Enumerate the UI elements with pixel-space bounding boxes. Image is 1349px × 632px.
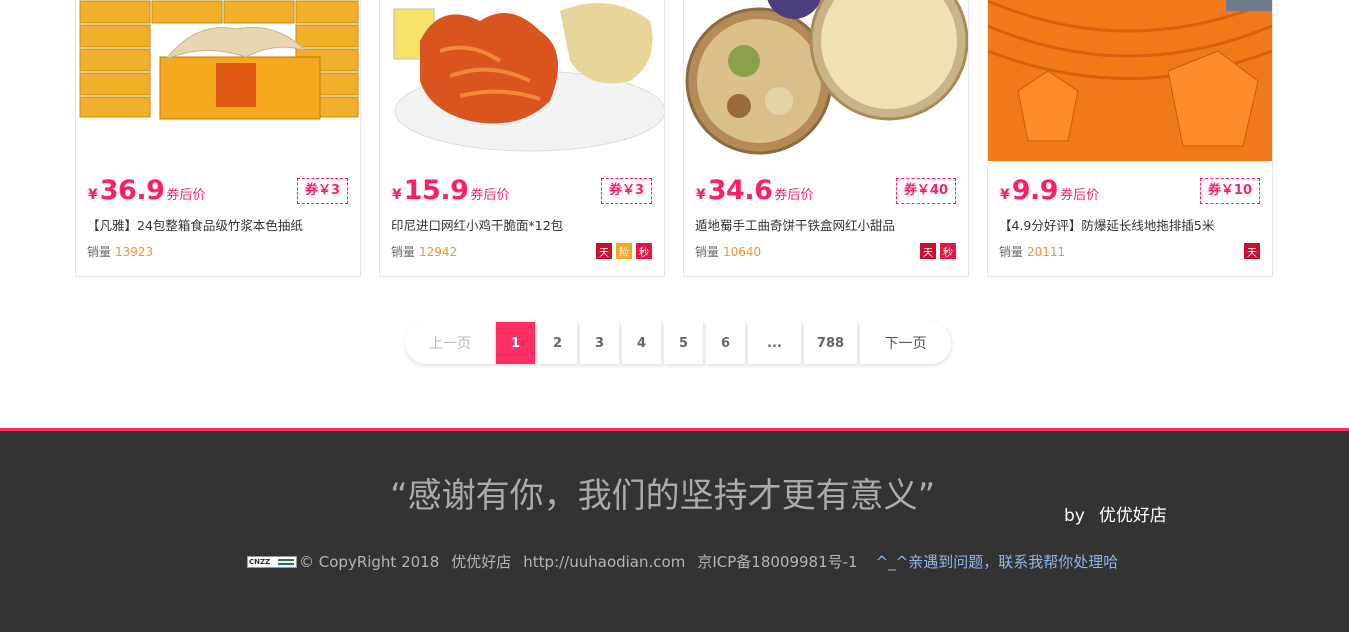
footer-copyright: CNZZ © CopyRight 2018 优优好店 http://uuhaod… xyxy=(247,551,1118,572)
flash-sale-icon: 秒 xyxy=(940,243,956,259)
flash-sale-icon: 秒 xyxy=(636,243,652,259)
footer-help-link[interactable]: ^_^亲遇到问题，联系我帮你处理哈 xyxy=(876,551,1119,572)
price: ¥ 15.9 券后价 xyxy=(392,175,509,206)
product-title[interactable]: 印尼进口网红小鸡干脆面*12包 xyxy=(391,215,653,234)
price-after-label: 券后价 xyxy=(1060,188,1100,203)
badge-list: 天 xyxy=(1244,243,1260,259)
badge-list: 天 险 秒 xyxy=(596,243,652,259)
price-after-label: 券后价 xyxy=(470,188,510,203)
price-value: 34.6 xyxy=(707,175,773,206)
footer-slogan: “感谢有你，我们的坚持才更有意义” xyxy=(390,476,936,516)
price-after-label: 券后价 xyxy=(166,188,206,203)
sales-info: 销量 12942 xyxy=(391,243,457,260)
sales-count: 13923 xyxy=(115,245,154,259)
product-title[interactable]: 【凡雅】24包整箱食品级竹浆本色抽纸 xyxy=(87,215,349,234)
page-button-1[interactable]: 1 xyxy=(496,322,536,364)
price: ¥ 36.9 券后价 xyxy=(88,175,205,206)
sales-label: 销量 xyxy=(695,245,720,259)
sales-info: 销量 13923 xyxy=(87,243,153,260)
coupon-badge[interactable]: 券￥3 xyxy=(600,178,652,204)
tmall-icon: 天 xyxy=(920,243,936,259)
badge-list: 天 秒 xyxy=(920,243,956,259)
page-button-5[interactable]: 5 xyxy=(664,322,704,364)
product-image-tissue[interactable] xyxy=(76,0,360,161)
price-value: 36.9 xyxy=(99,175,165,206)
page-button-6[interactable]: 6 xyxy=(706,322,746,364)
cnzz-stats-icon[interactable]: CNZZ xyxy=(247,555,297,568)
price-value: 9.9 xyxy=(1011,175,1059,206)
product-card[interactable]: ¥ 34.6 券后价 券￥40 遁地蜀手工曲奇饼干铁盒网红小甜品 销量 10640… xyxy=(683,0,969,277)
sales-count: 20111 xyxy=(1027,245,1066,259)
coupon-badge[interactable]: 券￥3 xyxy=(296,178,348,204)
footer-site-name: 优优好店 xyxy=(451,553,512,571)
product-grid: ¥ 36.9 券后价 券￥3 【凡雅】24包整箱食品级竹浆本色抽纸 销量 1392… xyxy=(0,0,1349,300)
product-image-cookies[interactable] xyxy=(684,0,968,161)
product-card[interactable]: ¥ 36.9 券后价 券￥3 【凡雅】24包整箱食品级竹浆本色抽纸 销量 1392… xyxy=(75,0,361,277)
byline-shop-name: 优优好店 xyxy=(1098,506,1167,526)
prev-page-button[interactable]: 上一页 xyxy=(405,322,496,364)
pagination: 上一页 1 2 3 4 5 6 ... 788 下一页 xyxy=(405,322,952,364)
page-button-2[interactable]: 2 xyxy=(538,322,578,364)
byline-by: by xyxy=(1064,506,1085,526)
footer-icp-link[interactable]: 京ICP备18009981号-1 xyxy=(697,551,857,572)
site-footer: “感谢有你，我们的坚持才更有意义” by 优优好店 CNZZ © CopyRigh… xyxy=(0,428,1349,632)
currency-symbol: ¥ xyxy=(88,187,98,203)
product-card[interactable]: ¥ 9.9 券后价 券￥10 【4.9分好评】防爆延长线地拖排插5米 销量 201… xyxy=(987,0,1273,277)
currency-symbol: ¥ xyxy=(1000,187,1010,203)
coupon-badge[interactable]: 券￥10 xyxy=(1199,178,1260,204)
price-after-label: 券后价 xyxy=(774,188,814,203)
sales-info: 销量 20111 xyxy=(999,243,1065,260)
page-button-last[interactable]: 788 xyxy=(804,322,858,364)
product-image-extension-cord[interactable] xyxy=(988,0,1272,161)
currency-symbol: ¥ xyxy=(696,187,706,203)
copyright-text: © CopyRight 2018 xyxy=(299,552,440,571)
price: ¥ 34.6 券后价 xyxy=(696,175,813,206)
footer-url-link[interactable]: http://uuhaodian.com xyxy=(523,553,685,571)
price: ¥ 9.9 券后价 xyxy=(1000,175,1099,206)
currency-symbol: ¥ xyxy=(392,187,402,203)
sales-label: 销量 xyxy=(87,245,112,259)
product-card[interactable]: ¥ 15.9 券后价 券￥3 印尼进口网红小鸡干脆面*12包 销量 12942 天… xyxy=(379,0,665,277)
next-page-button[interactable]: 下一页 xyxy=(860,322,952,364)
product-title[interactable]: 遁地蜀手工曲奇饼干铁盒网红小甜品 xyxy=(695,215,957,234)
insurance-icon: 险 xyxy=(616,243,632,259)
tmall-icon: 天 xyxy=(1244,243,1260,259)
page-ellipsis: ... xyxy=(748,322,802,364)
cnzz-label: CNZZ xyxy=(249,557,271,566)
tmall-icon: 天 xyxy=(596,243,612,259)
coupon-badge[interactable]: 券￥40 xyxy=(895,178,956,204)
page-button-4[interactable]: 4 xyxy=(622,322,662,364)
sales-count: 12942 xyxy=(419,245,458,259)
cnzz-bars xyxy=(278,558,294,565)
product-title[interactable]: 【4.9分好评】防爆延长线地拖排插5米 xyxy=(999,215,1261,234)
sales-count: 10640 xyxy=(723,245,762,259)
sales-info: 销量 10640 xyxy=(695,243,761,260)
sales-label: 销量 xyxy=(391,245,416,259)
product-image-noodles[interactable] xyxy=(380,0,664,161)
price-value: 15.9 xyxy=(403,175,469,206)
footer-byline: by 优优好店 xyxy=(1064,501,1167,526)
sales-label: 销量 xyxy=(999,245,1024,259)
page-button-3[interactable]: 3 xyxy=(580,322,620,364)
